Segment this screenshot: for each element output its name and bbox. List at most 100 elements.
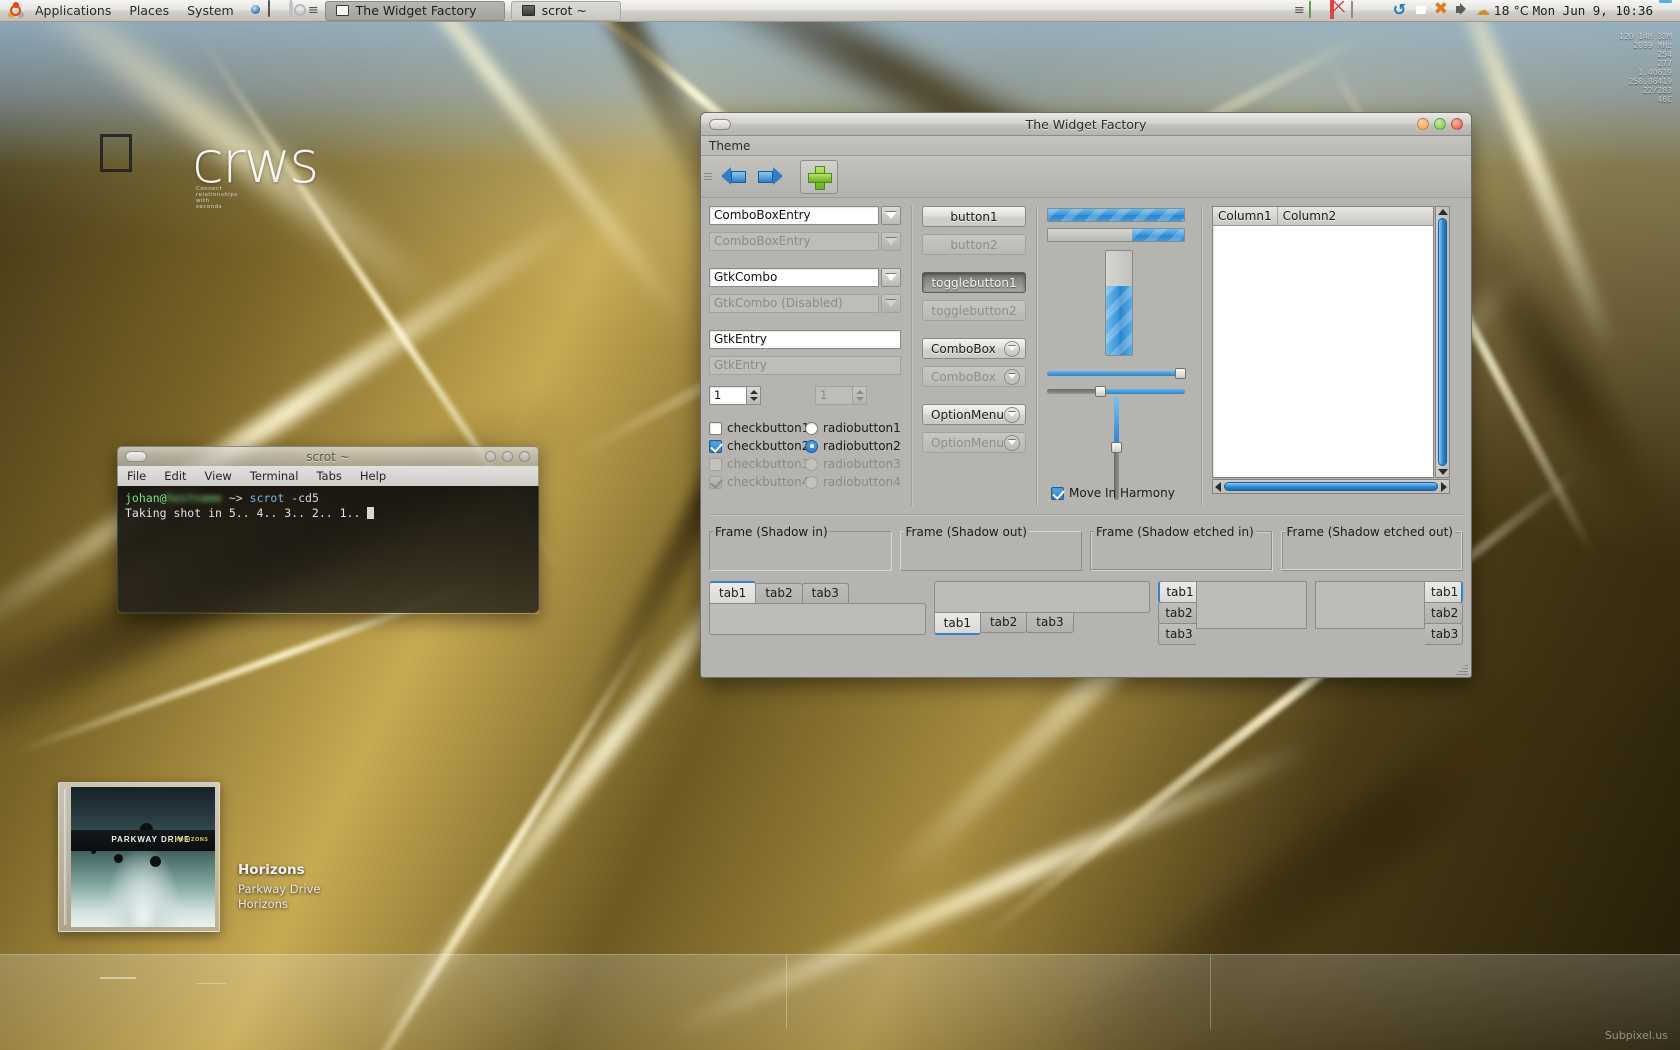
gtkcombo-enabled[interactable]: GtkCombo (709, 268, 901, 287)
chat-bubble-icon[interactable] (1308, 1, 1326, 19)
scrollbar-thumb[interactable] (1224, 482, 1438, 491)
volume-icon[interactable] (1455, 2, 1472, 19)
terminal-icon[interactable] (267, 0, 287, 20)
vscale-knob[interactable] (1111, 442, 1122, 453)
sync-icon[interactable]: ↺ (1393, 1, 1409, 19)
bottom-dock: Subpixel.us (0, 954, 1680, 1050)
tab-2[interactable]: tab2 (1158, 602, 1197, 624)
stat-line: 258.86419 (1628, 77, 1672, 86)
gtkcombo-input[interactable]: GtkCombo (709, 268, 879, 287)
album-case: PARKWAY DRIVE HORIZONS (58, 782, 220, 932)
scroll-down-icon[interactable] (1437, 469, 1448, 475)
terminal-titlebar[interactable]: scrot ~ (117, 446, 539, 466)
menu-theme[interactable]: Theme (701, 136, 758, 156)
menu-help[interactable]: Help (351, 466, 395, 486)
menu-system[interactable]: System (178, 0, 243, 22)
checkbutton1[interactable]: checkbutton1 (709, 421, 809, 435)
menu-terminal[interactable]: Terminal (241, 466, 308, 486)
firefox-icon[interactable] (247, 1, 266, 20)
hscale-knob[interactable] (1175, 368, 1186, 379)
comboboxentry-input[interactable]: ComboBoxEntry (709, 206, 879, 225)
frames-row: Frame (Shadow in) Frame (Shadow out) Fra… (709, 525, 1463, 571)
tab-2[interactable]: tab2 (979, 613, 1028, 633)
tab-1[interactable]: tab1 (1158, 581, 1197, 603)
comboboxentry-enabled[interactable]: ComboBoxEntry (709, 206, 901, 225)
checkbutton2[interactable]: checkbutton2 (709, 439, 809, 453)
spinbutton-enabled[interactable]: 1 (709, 386, 761, 405)
sound-icon[interactable] (288, 0, 308, 20)
widget-factory-title: The Widget Factory (1025, 116, 1147, 132)
tab-1[interactable]: tab1 (709, 581, 757, 603)
chevron-down-icon[interactable] (881, 206, 901, 225)
forward-icon[interactable] (754, 161, 786, 193)
gmail-icon[interactable] (1329, 0, 1347, 19)
tab-3[interactable]: tab3 (1158, 623, 1197, 645)
scroll-left-icon[interactable] (1215, 481, 1221, 492)
tab-1[interactable]: tab1 (1425, 581, 1463, 603)
add-icon[interactable] (800, 159, 838, 194)
tab-3[interactable]: tab3 (1026, 613, 1074, 633)
menu-edit[interactable]: Edit (155, 466, 195, 486)
scroll-up-icon[interactable] (1437, 209, 1448, 215)
hamburger-icon[interactable]: ≡ (308, 4, 319, 17)
radiobutton2[interactable]: radiobutton2 (805, 439, 901, 453)
back-icon[interactable] (718, 161, 750, 193)
scroll-right-icon[interactable] (1441, 481, 1447, 492)
close-x-icon[interactable]: ✖ (1434, 1, 1451, 19)
hscale-knob[interactable] (1095, 386, 1106, 397)
taskbar-window-widget-factory[interactable]: The Widget Factory (324, 0, 505, 21)
spinbutton-value[interactable]: 1 (709, 386, 746, 405)
radiobutton1[interactable]: radiobutton1 (805, 421, 901, 435)
menu-places[interactable]: Places (120, 0, 178, 22)
radiobutton-label: radiobutton1 (823, 421, 901, 435)
taskbar-window-scrot[interactable]: scrot ~ (510, 0, 621, 21)
globe-icon[interactable] (1372, 2, 1389, 19)
tabstrip-left: tab1 tab2 tab3 (1158, 581, 1197, 651)
treeview-horizontal-scrollbar[interactable] (1212, 479, 1450, 494)
comboboxentry-input-disabled: ComboBoxEntry (709, 232, 879, 251)
tab-3[interactable]: tab3 (1425, 623, 1463, 645)
ubuntu-logo-icon[interactable] (7, 2, 24, 19)
widget-factory-titlebar[interactable]: The Widget Factory (701, 113, 1471, 136)
menu-tabs[interactable]: Tabs (307, 466, 350, 486)
weather-icon: ☁ (1475, 2, 1490, 19)
tab-2[interactable]: tab2 (755, 583, 803, 603)
togglebutton1[interactable]: togglebutton1 (922, 272, 1026, 293)
terminal-body[interactable]: johan@hostname ~> scrot -cd5 Taking shot… (117, 486, 539, 613)
terminal-window[interactable]: scrot ~ File Edit View Terminal Tabs Hel… (117, 446, 539, 614)
vscale-range[interactable] (1109, 396, 1123, 500)
widget-factory-window[interactable]: The Widget Factory Theme ComboBoxEntry C… (700, 112, 1472, 678)
clock-label[interactable]: Mon Jun 9, 10:36 (1533, 3, 1653, 18)
terminal-prompt: ~> (221, 491, 250, 505)
terminal-window-icon (521, 5, 535, 16)
tab-1[interactable]: tab1 (933, 613, 981, 635)
menu-file[interactable]: File (118, 466, 155, 486)
optionmenu1[interactable]: OptionMenu (922, 404, 1026, 425)
menu-applications[interactable]: Applications (26, 0, 120, 22)
update-manager-icon[interactable] (1413, 2, 1430, 19)
spinbutton-steppers[interactable] (746, 386, 761, 405)
treeview[interactable]: Column1 Column2 (1212, 206, 1434, 478)
move-in-harmony-checkbox[interactable]: Move In Harmony (1051, 486, 1175, 500)
watermark-tagline: Connect relationships with seconds (196, 186, 238, 210)
widget-factory-toolbar (701, 156, 1471, 198)
button1[interactable]: button1 (922, 206, 1026, 227)
combobox1[interactable]: ComboBox (922, 338, 1026, 359)
column-header-1[interactable]: Column1 (1213, 207, 1278, 225)
hscale-top[interactable] (1047, 366, 1186, 380)
toolbar-grip[interactable] (704, 166, 712, 188)
chevron-down-icon[interactable] (881, 268, 901, 287)
gtkentry-enabled[interactable]: GtkEntry (709, 330, 901, 349)
resize-grip[interactable] (1456, 663, 1468, 675)
speaker-box-icon[interactable] (1350, 1, 1368, 19)
check-icon (1051, 486, 1064, 500)
list-icon[interactable]: ≡ (1294, 4, 1305, 17)
tab-3[interactable]: tab3 (801, 583, 849, 603)
menu-view[interactable]: View (196, 466, 241, 486)
scrollbar-thumb[interactable] (1438, 218, 1447, 466)
column-header-2[interactable]: Column2 (1277, 207, 1433, 225)
tab-2[interactable]: tab2 (1425, 602, 1463, 624)
trash-icon[interactable] (1657, 2, 1674, 19)
frame-shadow-etched-in: Frame (Shadow etched in) (1090, 525, 1273, 571)
treeview-vertical-scrollbar[interactable] (1435, 206, 1450, 478)
